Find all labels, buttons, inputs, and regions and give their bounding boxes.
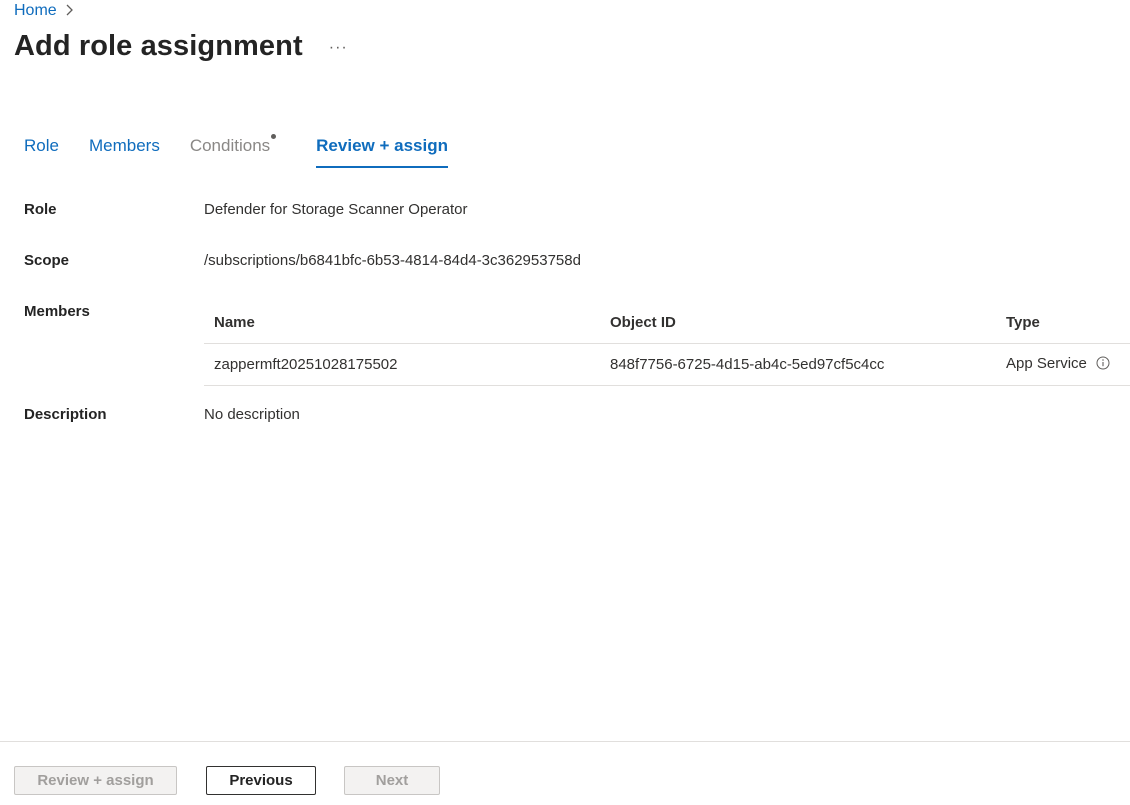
table-header-row: Name Object ID Type: [204, 302, 1130, 344]
members-table: Name Object ID Type zappermft20251028175…: [204, 302, 1130, 386]
column-header-type: Type: [996, 302, 1130, 344]
chevron-right-icon: [65, 3, 74, 19]
member-object-id-cell: 848f7756-6725-4d15-ab4c-5ed97cf5c4cc: [600, 343, 996, 386]
column-header-name: Name: [204, 302, 600, 344]
info-icon[interactable]: [1096, 356, 1110, 374]
page-title: Add role assignment: [14, 30, 303, 62]
tab-review-assign[interactable]: Review + assign: [316, 132, 448, 168]
next-button: Next: [344, 766, 440, 795]
add-role-assignment-page: Home Add role assignment ··· Role Member…: [0, 0, 1130, 805]
previous-button[interactable]: Previous: [206, 766, 316, 795]
tab-role[interactable]: Role: [24, 132, 59, 166]
breadcrumb-home-link[interactable]: Home: [14, 2, 57, 20]
title-row: Add role assignment ···: [14, 30, 348, 63]
member-type-cell: App Service: [996, 343, 1130, 386]
review-assign-button: Review + assign: [14, 766, 177, 795]
breadcrumb: Home: [14, 2, 74, 20]
tab-bar: Role Members Conditions Review + assign: [24, 132, 478, 168]
member-type-text: App Service: [1006, 355, 1087, 372]
tab-conditions: Conditions: [189, 132, 277, 166]
scope-label: Scope: [24, 252, 70, 269]
more-options-button[interactable]: ···: [329, 39, 348, 57]
member-name-cell: zappermft20251028175502: [204, 343, 600, 386]
role-value: Defender for Storage Scanner Operator: [204, 201, 468, 218]
members-label: Members: [24, 303, 90, 320]
tab-conditions-label: Conditions: [189, 136, 271, 155]
description-value: No description: [204, 406, 300, 423]
tab-members[interactable]: Members: [89, 132, 160, 166]
indicator-dot-icon: [271, 134, 277, 139]
footer-divider: [0, 741, 1130, 742]
role-label: Role: [24, 201, 57, 218]
scope-value: /subscriptions/b6841bfc-6b53-4814-84d4-3…: [204, 252, 581, 269]
table-row: zappermft20251028175502 848f7756-6725-4d…: [204, 343, 1130, 386]
column-header-object-id: Object ID: [600, 302, 996, 344]
description-label: Description: [24, 406, 107, 423]
